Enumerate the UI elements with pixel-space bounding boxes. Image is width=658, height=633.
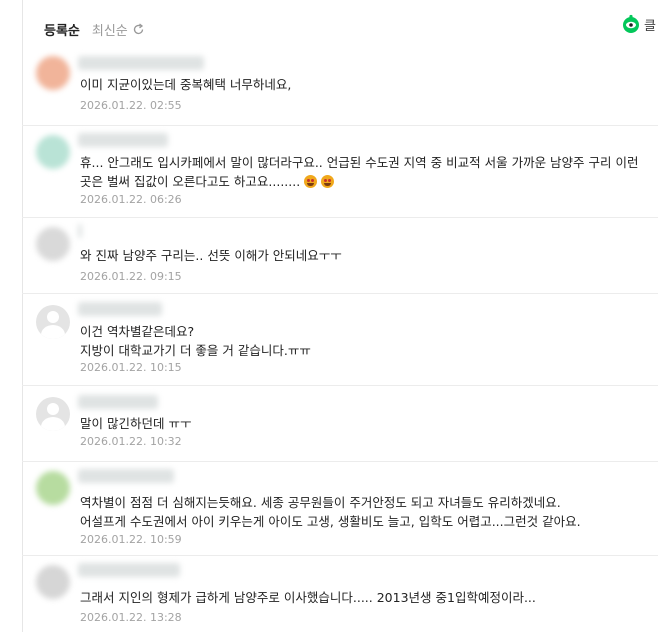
comment-text: 말이 많긴하던데 ㅠㅜ [80,416,192,431]
avatar[interactable] [36,471,70,505]
comment-date: 2026.01.22. 10:59 [80,533,182,546]
comment-text: 역차별이 점점 더 심해지는듯해요. 세종 공무원들이 주거안정도 되고 자녀들… [80,495,581,529]
sort-by-registration[interactable]: 등록순 [44,20,80,39]
nickname-redacted[interactable] [78,56,204,70]
avatar[interactable] [36,397,70,431]
comment-mode-toggle[interactable]: 클 [621,14,658,34]
nickname-redacted[interactable] [78,469,174,483]
comment-date: 2026.01.22. 06:26 [80,193,182,206]
comment-date: 2026.01.22. 09:15 [80,270,182,283]
nickname-redacted[interactable] [78,302,162,316]
comment-text: 이건 역차별같은데요? 지방이 대학교가기 더 좋을 거 같습니다.ㅠㅠ [80,324,311,358]
smiling-face-emoji-icon [321,175,335,188]
comment-date: 2026.01.22. 10:15 [80,361,182,374]
comment-text: 그래서 지인의 형제가 급하게 남양주로 이사했습니다..... 2013년생 … [80,590,536,605]
comment-item: 역차별이 점점 더 심해지는듯해요. 세종 공무원들이 주거안정도 되고 자녀들… [22,461,658,556]
sort-bar: 등록순 최신순 [44,19,145,39]
avatar[interactable] [36,305,70,339]
comment-item: 이건 역차별같은데요? 지방이 대학교가기 더 좋을 거 같습니다.ㅠㅠ 2026… [22,293,658,386]
comment-item: 와 진짜 남양주 구리는.. 선뜻 이해가 안되네요ㅜㅜ 2026.01.22. … [22,217,658,294]
comment-item: 이미 지균이있는데 중복혜택 너무하네요, 2026.01.22. 02:55 [22,47,658,125]
comment-date: 2026.01.22. 10:32 [80,435,182,448]
avatar[interactable] [36,56,70,90]
nickname-redacted[interactable] [78,563,180,577]
avatar[interactable] [36,135,70,169]
comment-item: 휴... 안그래도 입시카페에서 말이 많더라구요.. 언급된 수도권 지역 중… [22,125,658,218]
eye-icon [621,14,641,34]
avatar[interactable] [36,227,70,261]
avatar[interactable] [36,565,70,599]
comment-text: 와 진짜 남양주 구리는.. 선뜻 이해가 안되네요ㅜㅜ [80,248,342,263]
nickname-redacted[interactable] [78,133,168,147]
smiling-face-emoji-icon [304,175,318,188]
comment-item: 말이 많긴하던데 ㅠㅜ 2026.01.22. 10:32 [22,385,658,462]
refresh-icon[interactable] [132,22,145,36]
comment-text: 휴... 안그래도 입시카페에서 말이 많더라구요.. 언급된 수도권 지역 중… [80,155,643,189]
right-widget-label: 클 [644,18,656,34]
comment-date: 2026.01.22. 02:55 [80,99,182,112]
comment-text: 이미 지균이있는데 중복혜택 너무하네요, [80,77,292,92]
comment-item: 그래서 지인의 형제가 급하게 남양주로 이사했습니다..... 2013년생 … [22,555,658,633]
sort-by-latest[interactable]: 최신순 [92,20,128,39]
nickname-redacted[interactable] [78,395,158,409]
nickname-redacted[interactable] [78,224,82,238]
comment-date: 2026.01.22. 13:28 [80,611,182,624]
